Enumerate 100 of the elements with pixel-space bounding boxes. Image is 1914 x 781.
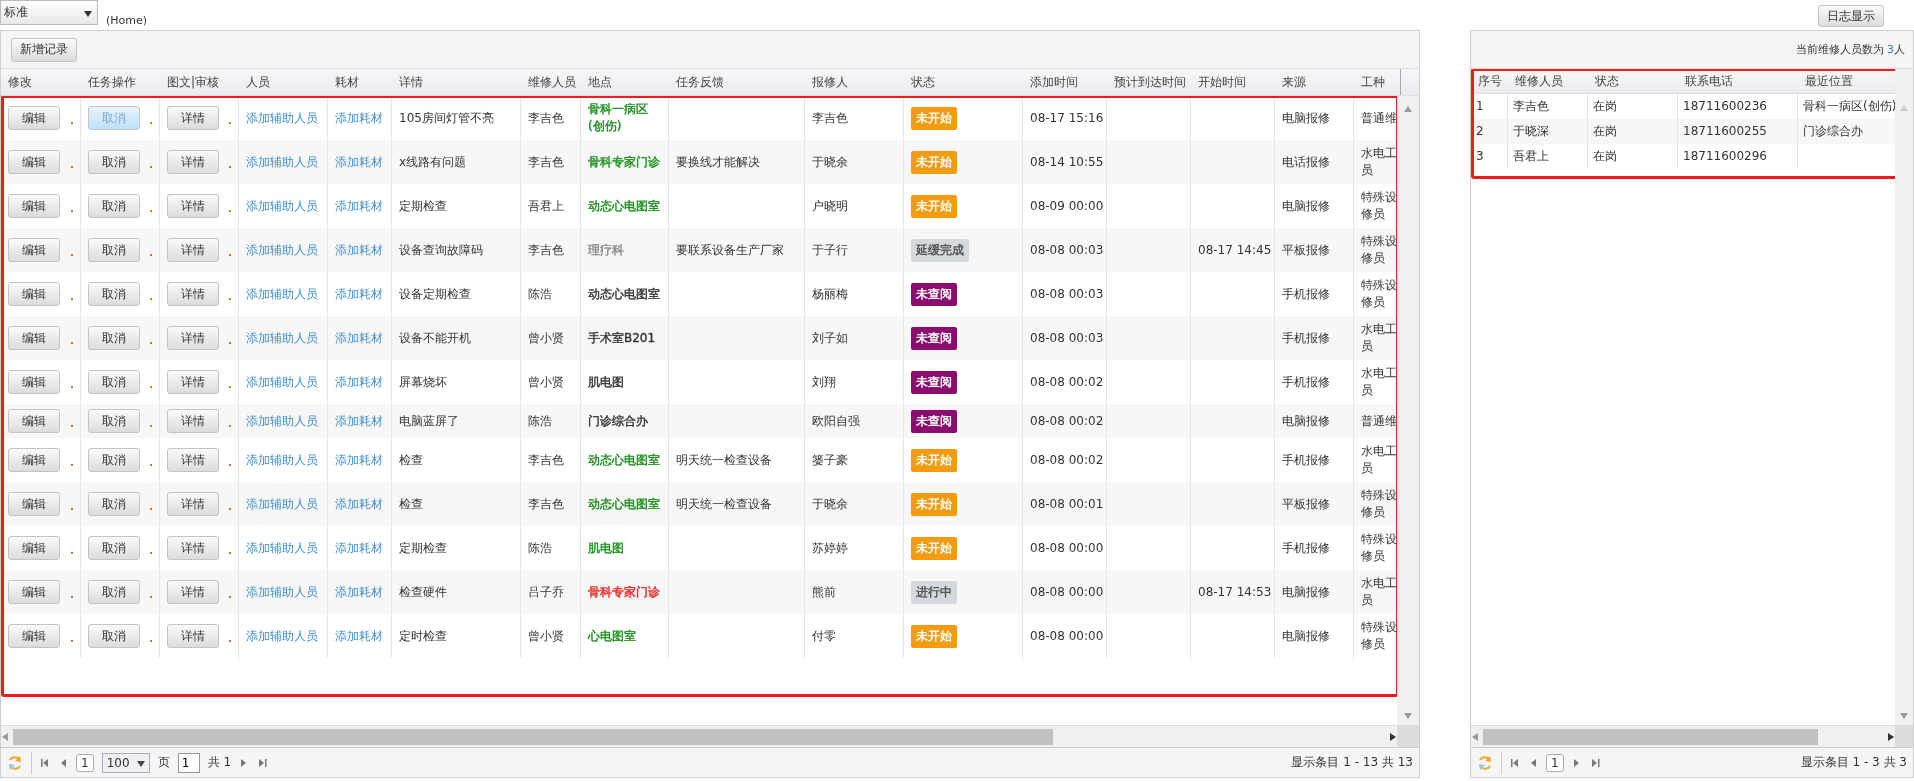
table-cell: 李吉色 [812, 109, 848, 127]
edit-button[interactable]: 编辑 [8, 448, 60, 472]
cancel-button[interactable]: 取消 [88, 580, 140, 604]
table-cell: 特殊设 修员 [1361, 487, 1397, 521]
add-assistant-link[interactable]: 添加辅助人员 [246, 373, 318, 391]
add-material-link[interactable]: 添加耗材 [335, 539, 383, 557]
add-material-link[interactable]: 添加耗材 [335, 197, 383, 215]
table-cell: 水电工 员 [1361, 575, 1397, 609]
cancel-button[interactable]: 取消 [88, 238, 140, 262]
crew-count-unit: 人 [1894, 42, 1905, 57]
detail-button[interactable]: 详情 [167, 370, 219, 394]
scrollbar-thumb[interactable] [13, 728, 1053, 745]
table-cell: 检查 [399, 495, 423, 513]
add-assistant-link[interactable]: 添加辅助人员 [246, 197, 318, 215]
table-cell: 明天统一检查设备 [676, 495, 772, 513]
table-cell: 篓子豪 [812, 451, 848, 469]
add-assistant-link[interactable]: 添加辅助人员 [246, 285, 318, 303]
cancel-button[interactable]: 取消 [88, 370, 140, 394]
table-cell: 电脑报修 [1282, 583, 1330, 601]
edit-button[interactable]: 编辑 [8, 150, 60, 174]
table-cell: x线路有问题 [399, 153, 467, 171]
detail-button[interactable]: 详情 [167, 106, 219, 130]
table-cell: 吾君上 [1513, 148, 1549, 165]
cancel-button[interactable]: 取消 [88, 282, 140, 306]
edit-button[interactable]: 编辑 [8, 238, 60, 262]
cancel-button[interactable]: 取消 [88, 150, 140, 174]
table-cell: 电脑蓝屏了 [399, 412, 459, 430]
location-text: 动态心电图室 [588, 197, 660, 215]
first-page-icon[interactable] [1510, 757, 1520, 768]
column-header: 维修人员 [528, 73, 576, 91]
edit-button[interactable]: 编辑 [8, 194, 60, 218]
cancel-button[interactable]: 取消 [88, 536, 140, 560]
edit-button[interactable]: 编辑 [8, 624, 60, 648]
cancel-button[interactable]: 取消 [88, 624, 140, 648]
cancel-button[interactable]: 取消 [88, 326, 140, 350]
detail-button[interactable]: 详情 [167, 624, 219, 648]
table-cell: 特殊设 修员 [1361, 277, 1397, 311]
add-assistant-link[interactable]: 添加辅助人员 [246, 539, 318, 557]
cancel-button[interactable]: 取消 [88, 194, 140, 218]
edit-button[interactable]: 编辑 [8, 326, 60, 350]
add-material-link[interactable]: 添加耗材 [335, 451, 383, 469]
location-text: 手术室B201 [588, 329, 656, 347]
cancel-button[interactable]: 取消 [88, 409, 140, 433]
view-select[interactable]: 标准 [0, 0, 98, 25]
add-material-link[interactable]: 添加耗材 [335, 285, 383, 303]
detail-button[interactable]: 详情 [167, 238, 219, 262]
detail-button[interactable]: 详情 [167, 409, 219, 433]
table-cell: 18711600236 [1683, 98, 1767, 115]
edit-button[interactable]: 编辑 [8, 106, 60, 130]
detail-button[interactable]: 详情 [167, 150, 219, 174]
detail-button[interactable]: 详情 [167, 536, 219, 560]
add-record-button[interactable]: 新增记录 [11, 37, 77, 62]
edit-button[interactable]: 编辑 [8, 536, 60, 560]
last-page-icon[interactable] [257, 757, 268, 768]
page-input[interactable]: 1 [177, 752, 200, 773]
detail-button[interactable]: 详情 [167, 580, 219, 604]
add-material-link[interactable]: 添加耗材 [335, 373, 383, 391]
column-header: 添加时间 [1030, 73, 1078, 91]
status-badge: 未开始 [911, 624, 957, 648]
table-cell: 苏婷婷 [812, 539, 848, 557]
table-cell: 08-08 00:02 [1030, 451, 1104, 469]
scroll-down-icon[interactable] [1900, 711, 1908, 719]
edit-button[interactable]: 编辑 [8, 492, 60, 516]
log-display-button[interactable]: 日志显示 [1818, 5, 1884, 27]
table-cell: 设备定期检查 [399, 285, 471, 303]
scroll-left-icon[interactable] [1471, 732, 1479, 741]
location-text: 肌电图 [588, 539, 624, 557]
add-material-link[interactable]: 添加耗材 [335, 627, 383, 645]
caret-icon[interactable] [84, 8, 92, 17]
add-material-link[interactable]: 添加耗材 [335, 109, 383, 127]
scroll-up-icon[interactable] [1404, 104, 1412, 112]
table-cell: 检查硬件 [399, 583, 447, 601]
table-cell: 明天统一检查设备 [676, 451, 772, 469]
cancel-button[interactable]: 取消 [88, 492, 140, 516]
last-page-icon[interactable] [1589, 757, 1600, 768]
add-assistant-link[interactable]: 添加辅助人员 [246, 109, 318, 127]
table-cell: 08-08 00:03 [1030, 241, 1104, 259]
page-size-select[interactable]: 100 [101, 752, 150, 773]
scroll-left-icon[interactable] [1, 732, 9, 741]
edit-button[interactable]: 编辑 [8, 580, 60, 604]
edit-button[interactable]: 编辑 [8, 282, 60, 306]
detail-button[interactable]: 详情 [167, 326, 219, 350]
add-assistant-link[interactable]: 添加辅助人员 [246, 627, 318, 645]
scroll-down-icon[interactable] [1404, 711, 1412, 719]
scrollbar-thumb[interactable] [1483, 728, 1818, 745]
detail-button[interactable]: 详情 [167, 194, 219, 218]
table-cell: 电话报修 [1282, 153, 1330, 171]
edit-button[interactable]: 编辑 [8, 370, 60, 394]
page-number[interactable]: 1 [76, 753, 94, 772]
edit-button[interactable]: 编辑 [8, 409, 60, 433]
page-number[interactable]: 1 [1546, 753, 1564, 772]
table-cell: 特殊设 修员 [1361, 619, 1397, 653]
first-page-icon[interactable] [40, 757, 50, 768]
detail-button[interactable]: 详情 [167, 282, 219, 306]
cancel-button[interactable]: 取消 [88, 448, 140, 472]
add-assistant-link[interactable]: 添加辅助人员 [246, 451, 318, 469]
detail-button[interactable]: 详情 [167, 448, 219, 472]
caret-icon[interactable] [136, 758, 145, 767]
table-cell: 屏幕烧坏 [399, 373, 447, 391]
detail-button[interactable]: 详情 [167, 492, 219, 516]
